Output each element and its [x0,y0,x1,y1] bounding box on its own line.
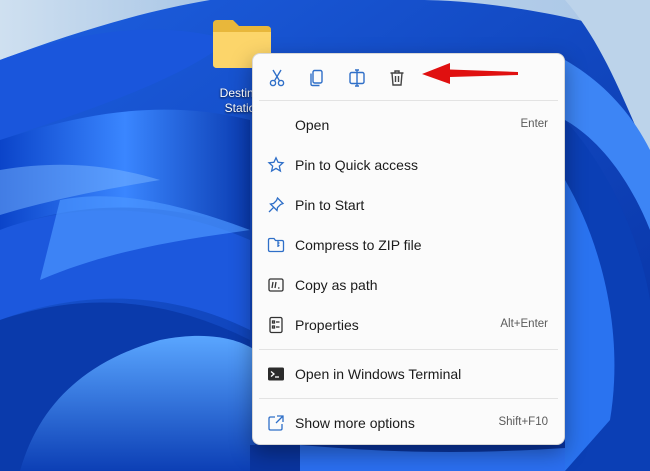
menu-item-open-terminal[interactable]: Open in Windows Terminal [253,354,564,394]
copy-button[interactable] [304,65,330,91]
menu-item-shortcut: Shift+F10 [498,416,548,428]
menu-item-label: Properties [295,317,359,333]
star-icon [267,156,285,173]
menu-item-show-more-options[interactable]: Show more options Shift+F10 [253,403,564,443]
menu-item-properties[interactable]: Properties Alt+Enter [253,305,564,345]
menu-item-shortcut: Alt+Enter [500,318,548,330]
menu-item-copy-path[interactable]: Copy as path [253,265,564,305]
pin-icon [268,196,285,213]
menu-item-shortcut: Enter [520,118,549,130]
copy-icon [310,69,323,87]
external-link-icon [268,415,284,431]
menu-item-label: Open [295,117,330,133]
cut-button[interactable] [264,65,290,91]
rename-icon [349,69,365,87]
menu-item-label: Pin to Start [295,197,365,213]
rename-button[interactable] [344,65,370,91]
menu-item-compress-zip[interactable]: Compress to ZIP file [253,225,564,265]
menu-item-label: Open in Windows Terminal [295,366,462,382]
trash-icon [390,70,404,86]
menu-item-pin-start[interactable]: Pin to Start [253,185,564,225]
scissors-icon [269,69,285,87]
menu-item-label: Show more options [295,415,415,431]
zip-folder-icon [267,237,285,253]
menu-item-open[interactable]: Open Enter [253,105,564,145]
delete-button[interactable] [384,65,410,91]
menu-item-pin-quick-access[interactable]: Pin to Quick access [253,145,564,185]
properties-icon [269,316,283,334]
menu-item-label: Copy as path [295,277,378,293]
menu-item-label: Pin to Quick access [295,157,418,173]
copy-path-icon [268,278,284,292]
terminal-icon [268,367,284,381]
menu-item-label: Compress to ZIP file [295,237,422,253]
context-menu: Open Enter Pin to Quick access Pin to St… [252,53,565,445]
annotation-arrow-icon [422,63,518,84]
